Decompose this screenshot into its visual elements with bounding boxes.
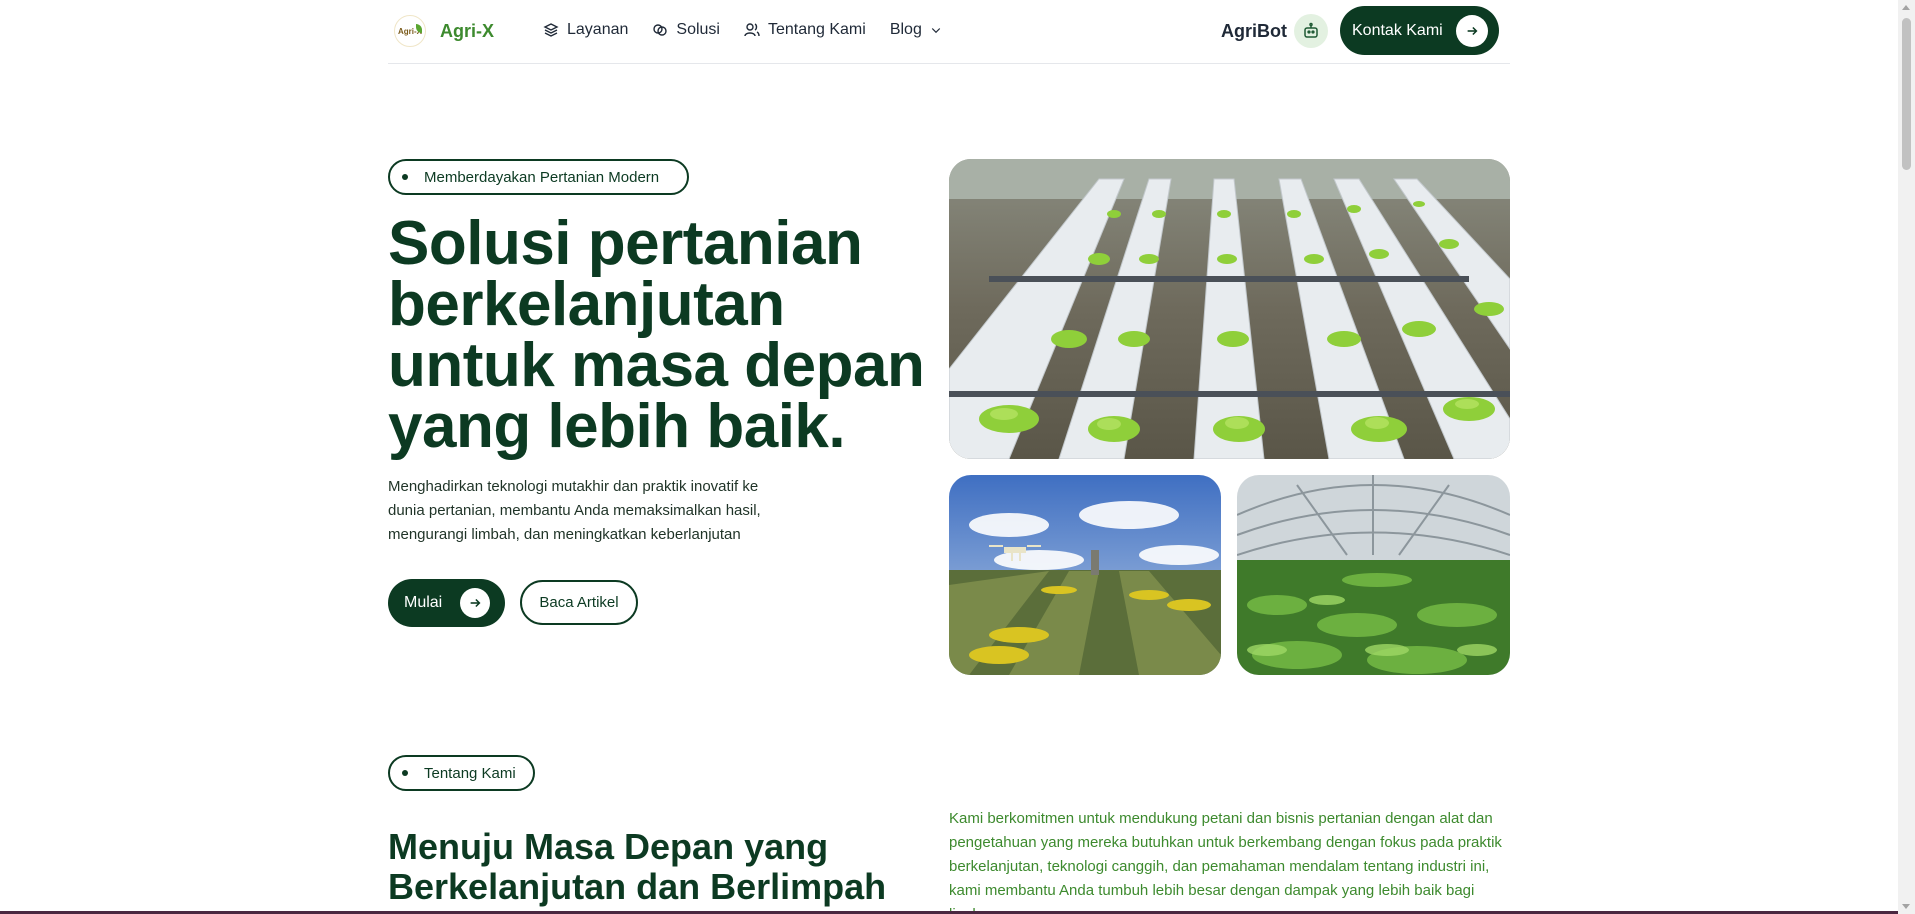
bullet-dot xyxy=(402,174,408,180)
scroll-down-icon[interactable] xyxy=(1902,904,1910,909)
arrow-right-icon xyxy=(460,588,490,618)
nav-item-blog[interactable]: Blog xyxy=(890,21,942,39)
drone-field-image xyxy=(949,475,1221,675)
start-button[interactable]: Mulai xyxy=(388,579,505,627)
about-title: Menuju Masa Depan yang Berkelanjutan dan… xyxy=(388,826,887,907)
hero-badge: Memberdayakan Pertanian Modern xyxy=(388,159,689,195)
scrollbar-thumb[interactable] xyxy=(1902,18,1911,170)
contact-button[interactable]: Kontak Kami xyxy=(1340,6,1499,55)
robot-icon xyxy=(1304,22,1318,38)
hero-description: Menghadirkan teknologi mutakhir dan prak… xyxy=(388,478,761,543)
about-badge-text: Tentang Kami xyxy=(424,764,516,782)
agribot-label[interactable]: AgriBot xyxy=(1221,21,1287,42)
nav-item-solusi[interactable]: Solusi xyxy=(652,21,720,39)
brand-logo[interactable]: Agri-X xyxy=(394,15,426,47)
start-label: Mulai xyxy=(404,594,443,611)
nav-label: Tentang Kami xyxy=(767,21,866,38)
link-icon xyxy=(653,24,668,36)
hero-badge-text: Memberdayakan Pertanian Modern xyxy=(424,168,660,186)
bullet-dot xyxy=(402,770,408,776)
arrow-right-icon xyxy=(1456,15,1488,47)
contact-label: Kontak Kami xyxy=(1352,21,1443,39)
users-icon xyxy=(744,23,760,37)
chevron-down-icon xyxy=(931,28,941,34)
hero-title: Solusi pertanian berkelanjutan untuk mas… xyxy=(388,209,925,461)
site-header: Agri-X Agri-X Layanan Solusi Tentang Kam… xyxy=(388,0,1510,64)
page-scrollbar[interactable] xyxy=(1898,0,1915,914)
read-articles-button[interactable]: Baca Artikel xyxy=(520,580,638,625)
about-badge: Tentang Kami xyxy=(388,755,535,791)
brand-name[interactable]: Agri-X xyxy=(440,21,494,42)
nav-label: Solusi xyxy=(676,21,720,38)
layers-icon xyxy=(543,23,559,37)
about-description: Kami berkomitmen untuk mendukung petani … xyxy=(949,810,1502,914)
greenhouse-image xyxy=(1237,475,1510,675)
nav-item-layanan[interactable]: Layanan xyxy=(543,21,628,39)
scroll-up-icon[interactable] xyxy=(1902,5,1910,10)
agribot-button[interactable] xyxy=(1294,14,1328,48)
nav-item-tentang-kami[interactable]: Tentang Kami xyxy=(744,21,866,39)
nav-label: Blog xyxy=(889,21,922,38)
main-nav: Layanan Solusi Tentang Kami Blog xyxy=(543,21,942,39)
hydroponics-image xyxy=(949,159,1510,459)
read-articles-label: Baca Artikel xyxy=(539,594,619,611)
nav-label: Layanan xyxy=(567,21,629,38)
